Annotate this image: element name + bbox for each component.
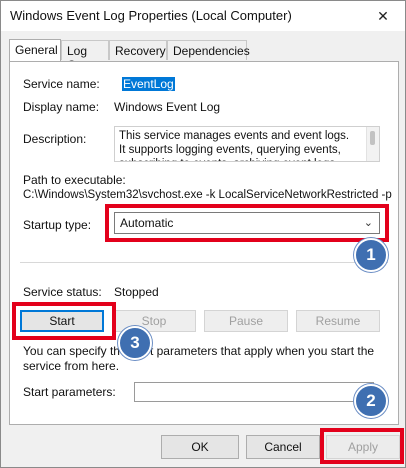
start-params-label: Start parameters: <box>23 385 116 399</box>
ok-button-label: OK <box>191 440 209 454</box>
title-bar: Windows Event Log Properties (Local Comp… <box>1 1 405 31</box>
tab-recovery-label: Recovery <box>115 44 166 58</box>
service-status-label: Service status: <box>23 285 102 299</box>
stop-button-label: Stop <box>141 314 167 328</box>
general-panel: Service name: EventLog Display name: Win… <box>9 61 399 425</box>
tab-log-on[interactable]: Log On <box>61 40 109 72</box>
resume-button-label: Resume <box>315 314 361 328</box>
separator <box>20 262 388 263</box>
path-label: Path to executable: <box>23 173 126 187</box>
description-box[interactable]: This service manages events and event lo… <box>114 126 380 162</box>
window-title: Windows Event Log Properties (Local Comp… <box>10 8 292 23</box>
start-params-input[interactable] <box>134 382 374 402</box>
description-label: Description: <box>23 132 87 146</box>
close-icon[interactable]: ✕ <box>367 5 399 27</box>
cancel-button[interactable]: Cancel <box>246 435 320 459</box>
pause-button[interactable]: Pause <box>204 310 288 332</box>
apply-button-highlight <box>320 428 404 464</box>
tab-recovery[interactable]: Recovery <box>109 40 167 60</box>
tab-general[interactable]: General <box>9 39 61 61</box>
description-text: This service manages events and event lo… <box>119 130 350 161</box>
service-name-label: Service name: <box>23 77 100 91</box>
step-1-badge: 1 <box>354 238 388 272</box>
service-name-value[interactable]: EventLog <box>122 77 175 91</box>
resume-button[interactable]: Resume <box>296 310 380 332</box>
step-3-badge: 3 <box>118 326 152 360</box>
path-value[interactable]: C:\Windows\System32\svchost.exe -k Local… <box>23 189 392 201</box>
tab-general-label: General <box>15 43 58 57</box>
startup-type-label: Startup type: <box>23 218 92 232</box>
start-params-help: You can specify the start parameters tha… <box>23 344 375 373</box>
service-status-value: Stopped <box>114 285 159 299</box>
description-scrollbar[interactable] <box>366 127 379 161</box>
step-2-badge: 2 <box>354 384 388 418</box>
tab-dependencies[interactable]: Dependencies <box>167 40 250 60</box>
pause-button-label: Pause <box>228 314 264 328</box>
scrollbar-thumb[interactable] <box>370 131 375 145</box>
cancel-button-label: Cancel <box>264 440 302 454</box>
display-name-value[interactable]: Windows Event Log <box>114 100 220 114</box>
tab-dependencies-label: Dependencies <box>173 44 250 58</box>
display-name-label: Display name: <box>23 100 100 114</box>
ok-button[interactable]: OK <box>161 435 239 459</box>
startup-type-highlight <box>105 204 389 242</box>
start-button-highlight <box>12 302 116 340</box>
